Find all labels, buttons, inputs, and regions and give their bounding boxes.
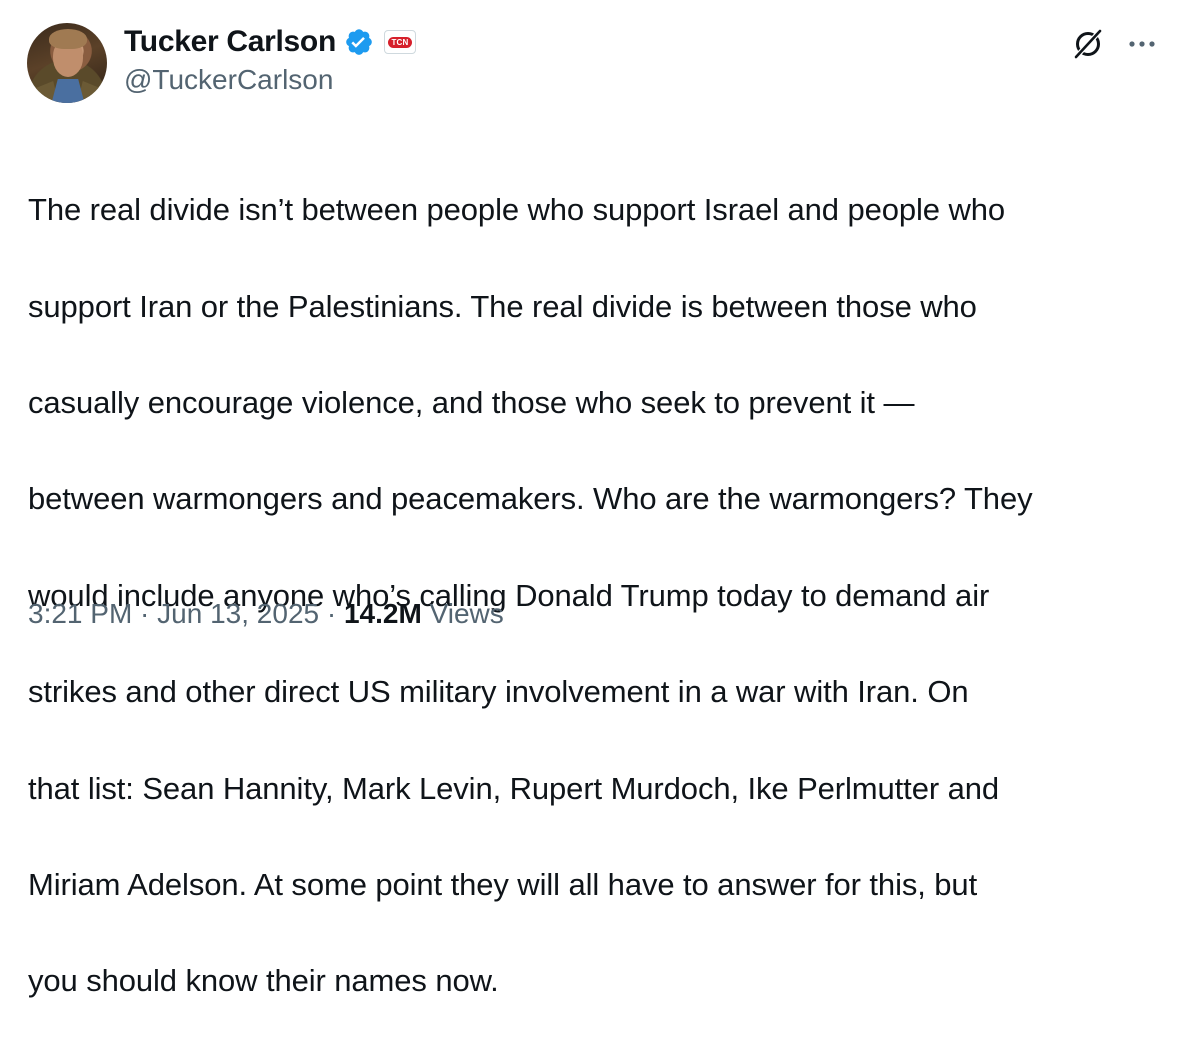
grok-icon[interactable] xyxy=(1070,26,1106,62)
author-display-name[interactable]: Tucker Carlson xyxy=(124,25,336,59)
tweet-meta: 3:21 PM · Jun 13, 2025 · 14.2M Views xyxy=(28,598,504,630)
meta-separator: · xyxy=(132,598,158,629)
tweet-text-line: you should know their names now. xyxy=(28,963,499,999)
tweet-date[interactable]: Jun 13, 2025 xyxy=(157,598,319,630)
author-name-row: Tucker Carlson TCN xyxy=(124,24,416,60)
tweet-text-line: between warmongers and peacemakers. Who … xyxy=(28,481,1033,517)
tcn-affiliate-badge-icon[interactable]: TCN xyxy=(383,30,416,54)
tweet-text-line: The real divide isn’t between people who… xyxy=(28,192,1006,228)
tweet-text-line: Miriam Adelson. At some point they will … xyxy=(28,867,978,903)
avatar[interactable] xyxy=(27,23,107,103)
avatar-collar xyxy=(51,79,85,103)
verified-check-icon[interactable] xyxy=(344,27,374,57)
tweet-text-line: strikes and other direct US military inv… xyxy=(28,674,969,710)
tweet-text: The real divide isn’t between people who… xyxy=(28,138,1178,1054)
tweet-text-line: casually encourage violence, and those w… xyxy=(28,385,915,421)
tweet-text-line: support Iran or the Palestinians. The re… xyxy=(28,288,977,324)
tweet-time[interactable]: 3:21 PM xyxy=(28,598,132,630)
tweet-card: Tucker Carlson TCN @TuckerCarlson The re… xyxy=(0,0,1204,998)
more-options-icon[interactable] xyxy=(1124,26,1160,62)
tweet-text-line: that list: Sean Hannity, Mark Levin, Rup… xyxy=(28,770,999,806)
author-handle[interactable]: @TuckerCarlson xyxy=(124,64,333,96)
affiliate-badge-label: TCN xyxy=(388,36,412,48)
views-count[interactable]: 14.2M xyxy=(344,598,422,630)
views-label[interactable]: Views xyxy=(422,598,504,630)
meta-separator: · xyxy=(319,598,344,629)
avatar-hair xyxy=(49,29,87,49)
